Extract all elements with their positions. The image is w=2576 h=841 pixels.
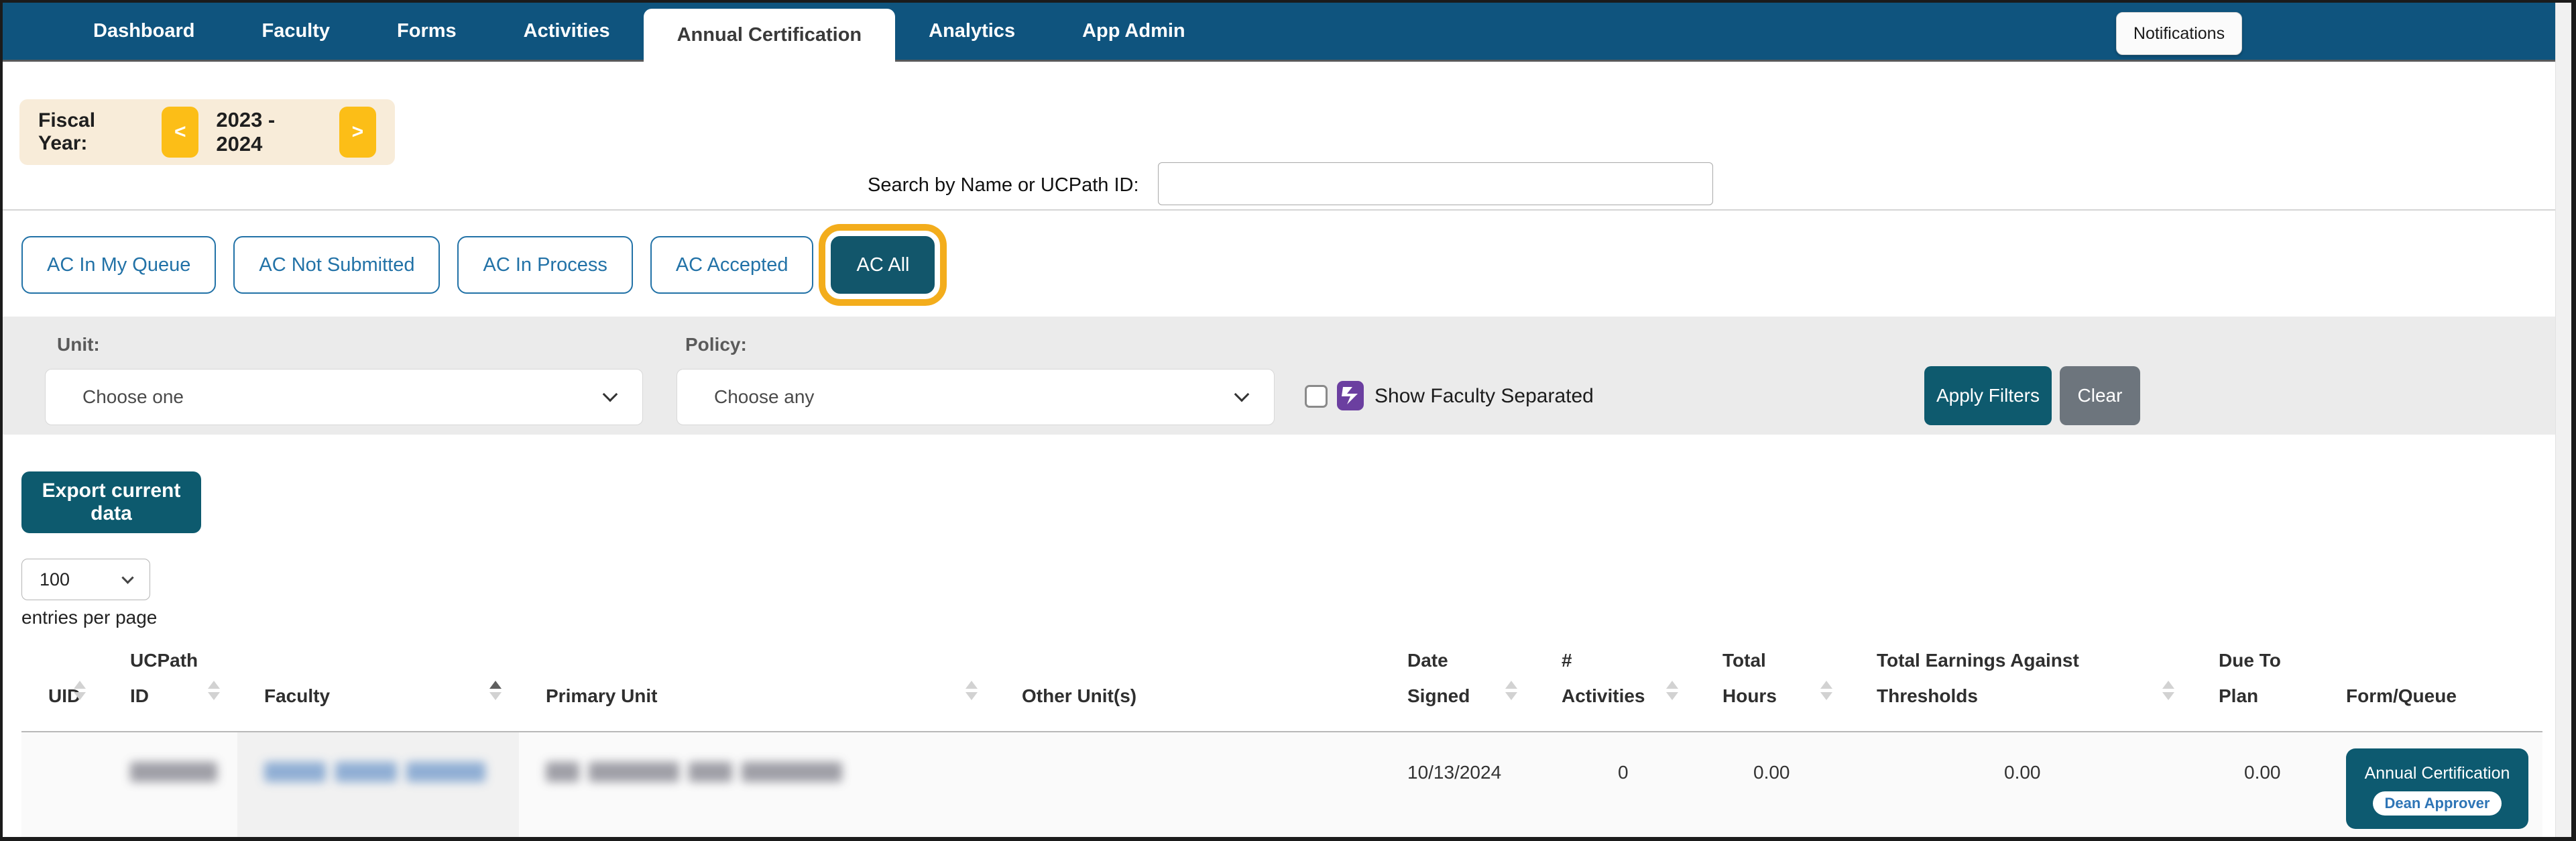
col-header-num-activities[interactable]: # Activities (1535, 639, 1696, 732)
show-faculty-separated-label: Show Faculty Separated (1374, 385, 1594, 408)
filter-ac-accepted[interactable]: AC Accepted (650, 236, 814, 294)
col-header-form-queue: Form/Queue (2319, 639, 2542, 732)
page-content: Dashboard Faculty Forms Activities Annua… (3, 3, 2555, 837)
cell-date-signed: 10/13/2024 (1381, 732, 1535, 837)
redacted-value (589, 762, 679, 782)
export-current-data-button[interactable]: Export current data (21, 471, 201, 533)
vertical-scrollbar[interactable] (2555, 3, 2571, 837)
chevron-down-icon (1234, 387, 1250, 402)
annual-certification-button-label: Annual Certification (2353, 759, 2522, 787)
search-label: Search by Name or UCPath ID: (868, 174, 1139, 197)
sort-icon (208, 681, 220, 700)
fiscal-year-prev-button[interactable]: < (162, 107, 198, 158)
nav-tab-forms[interactable]: Forms (363, 3, 490, 60)
sort-icon (74, 681, 86, 700)
redacted-link (406, 762, 485, 782)
policy-label: Policy: (685, 334, 747, 355)
sort-icon-ascending (489, 681, 502, 700)
col-header-uid[interactable]: UID (21, 639, 103, 732)
redacted-value (742, 762, 842, 782)
nav-tab-faculty[interactable]: Faculty (228, 3, 363, 60)
notifications-button[interactable]: Notifications (2116, 12, 2242, 55)
apply-filters-button[interactable]: Apply Filters (1924, 366, 2052, 425)
fiscal-year-section: Fiscal Year: < 2023 - 2024 > Search by N… (3, 62, 2555, 211)
policy-select-value: Choose any (714, 386, 814, 408)
cell-form-queue: Annual Certification Dean Approver (2319, 732, 2542, 837)
col-header-other-units: Other Unit(s) (995, 639, 1381, 732)
entries-per-page-select[interactable]: 100 (21, 559, 150, 600)
cell-total-hours: 0.00 (1696, 732, 1850, 837)
annual-certification-button[interactable]: Annual Certification Dean Approver (2346, 748, 2528, 829)
sort-icon (1505, 681, 1517, 700)
top-navbar: Dashboard Faculty Forms Activities Annua… (3, 3, 2555, 62)
chevron-down-icon (121, 571, 133, 583)
col-header-due-to-plan: Due To Plan (2192, 639, 2319, 732)
app-window: Dashboard Faculty Forms Activities Annua… (0, 0, 2576, 841)
filter-ac-not-submitted[interactable]: AC Not Submitted (233, 236, 440, 294)
status-filter-row: AC In My Queue AC Not Submitted AC In Pr… (3, 211, 2555, 317)
filter-ac-all[interactable]: AC All (831, 236, 935, 294)
filter-ac-in-my-queue[interactable]: AC In My Queue (21, 236, 216, 294)
table-header-row: UID UCPath ID Faculty Primary Unit Other… (21, 639, 2542, 732)
filter-ac-in-process[interactable]: AC In Process (457, 236, 632, 294)
col-header-date-signed[interactable]: Date Signed (1381, 639, 1535, 732)
redacted-value (546, 762, 579, 782)
cell-num-activities: 0 (1535, 732, 1696, 837)
unit-label: Unit: (57, 334, 100, 355)
cell-other-units (995, 732, 1381, 837)
policy-select[interactable]: Choose any (677, 369, 1275, 425)
nav-tab-app-admin[interactable]: App Admin (1049, 3, 1219, 60)
fiscal-year-next-button[interactable]: > (339, 107, 376, 158)
sort-icon (2162, 681, 2174, 700)
cell-faculty-redacted[interactable] (237, 732, 519, 837)
fiscal-year-value: 2023 - 2024 (216, 108, 321, 156)
col-header-faculty[interactable]: Faculty (237, 639, 519, 732)
certification-table: UID UCPath ID Faculty Primary Unit Other… (21, 639, 2542, 837)
nav-tab-dashboard[interactable]: Dashboard (60, 3, 228, 60)
fiscal-year-label: Fiscal Year: (38, 109, 144, 155)
fiscal-year-selector: Fiscal Year: < 2023 - 2024 > (19, 99, 395, 165)
purple-app-icon (1337, 381, 1364, 410)
search-input[interactable] (1158, 162, 1713, 205)
entries-per-page-value: 100 (40, 569, 70, 590)
cell-ucpath-id-redacted (103, 732, 237, 837)
dean-approver-badge: Dean Approver (2373, 791, 2502, 816)
zigzag-glyph (1342, 386, 1359, 406)
sort-icon (1666, 681, 1678, 700)
show-faculty-separated-checkbox[interactable] (1305, 385, 1328, 408)
col-header-total-earnings[interactable]: Total Earnings Against Thresholds (1850, 639, 2192, 732)
chevron-down-icon (603, 387, 618, 402)
redacted-value (689, 762, 732, 782)
cell-due-to-plan: 0.00 (2192, 732, 2319, 837)
sort-icon (1820, 681, 1832, 700)
unit-select-value: Choose one (82, 386, 184, 408)
nav-tab-analytics[interactable]: Analytics (895, 3, 1049, 60)
redacted-link (335, 762, 397, 782)
filter-panel: Unit: Choose one Policy: Choose any Show… (3, 317, 2555, 435)
nav-tab-activities[interactable]: Activities (490, 3, 644, 60)
table-row: 10/13/2024 0 0.00 0.00 0.00 Annual Certi… (21, 732, 2542, 837)
cell-total-earnings: 0.00 (1850, 732, 2192, 837)
clear-filters-button[interactable]: Clear (2060, 366, 2140, 425)
redacted-link (264, 762, 326, 782)
col-header-ucpath-id[interactable]: UCPath ID (103, 639, 237, 732)
unit-select[interactable]: Choose one (45, 369, 643, 425)
nav-tab-annual-certification[interactable]: Annual Certification (644, 9, 896, 62)
cell-primary-unit-redacted (519, 732, 995, 837)
col-header-total-hours[interactable]: Total Hours (1696, 639, 1850, 732)
cell-uid (21, 732, 103, 837)
sort-icon (965, 681, 978, 700)
redacted-value (130, 762, 217, 782)
col-header-primary-unit[interactable]: Primary Unit (519, 639, 995, 732)
entries-per-page-label: entries per page (21, 607, 2555, 628)
